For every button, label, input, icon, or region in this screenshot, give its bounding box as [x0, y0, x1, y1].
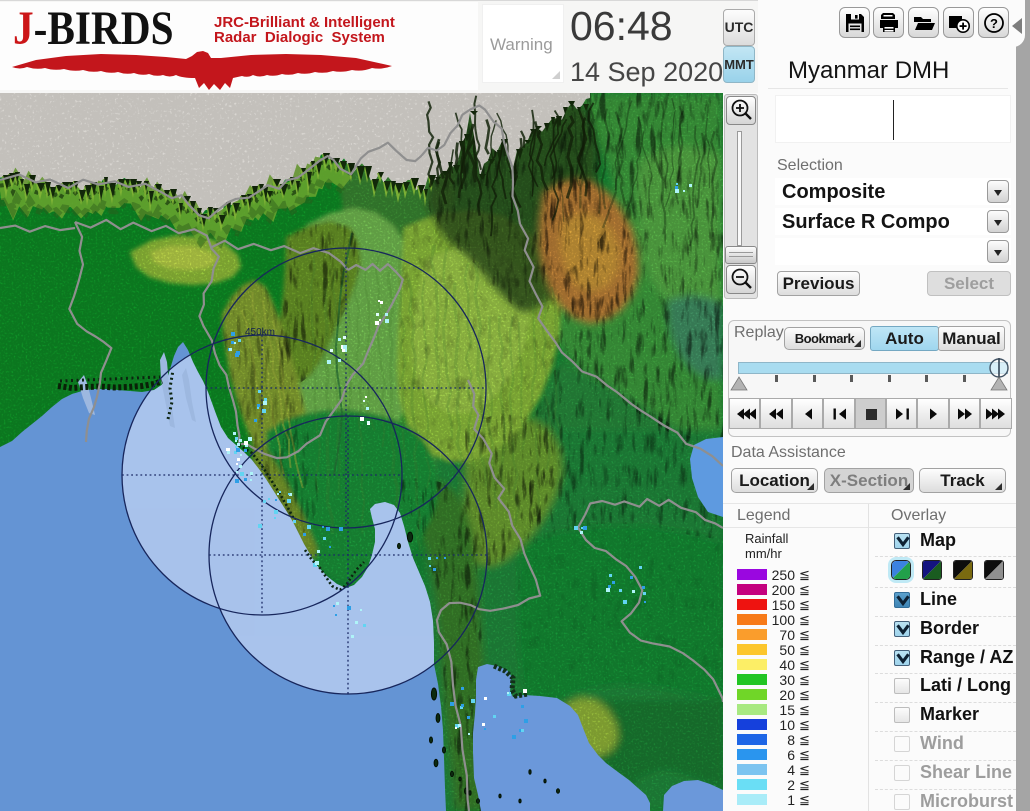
svg-text:?: ? — [990, 16, 998, 31]
svg-text:450km: 450km — [245, 327, 275, 338]
